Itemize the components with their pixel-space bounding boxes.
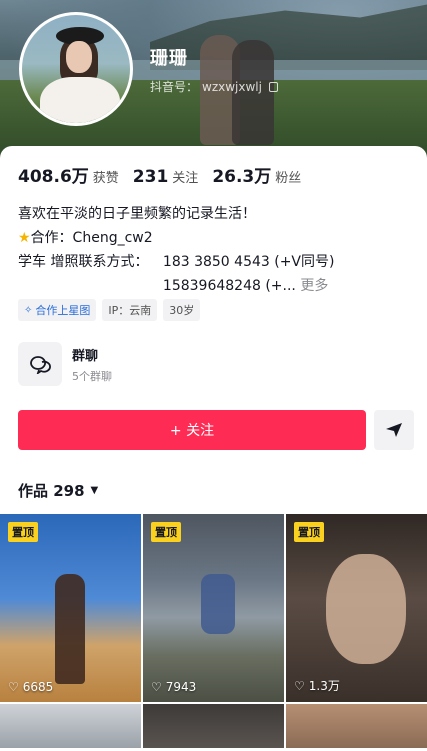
bio-line: 学车 增照联系方式： 183 3850 4543 (+V同号) 15839648…	[18, 250, 418, 298]
bio-line: 喜欢在平淡的日子里频繁的记录生活！	[18, 206, 256, 222]
video-thumbnail[interactable]: 置顶 ♡ 6685	[0, 514, 141, 702]
caret-down-icon: ▼	[90, 485, 99, 496]
chat-bubbles-icon	[18, 342, 62, 386]
works-tab[interactable]: 作品 298 ▼	[18, 480, 98, 501]
bio-more-link[interactable]: 更多	[300, 278, 328, 294]
avatar-body	[40, 77, 120, 123]
like-value: 7943	[165, 680, 197, 694]
bio-phones: 183 3850 4543 (+V同号) 15839648248 (+... 更…	[163, 250, 335, 298]
stat-label: 粉丝	[275, 171, 302, 186]
like-count: ♡ 7943	[151, 680, 196, 694]
bio-phone: 15839648248 (+...	[162, 278, 296, 294]
like-value: 1.3万	[308, 679, 340, 693]
stat-value: 408.6万	[18, 167, 89, 187]
star-map-icon: ✧	[24, 304, 33, 316]
tag-label: 合作上星图	[35, 304, 91, 317]
tag-label: IP：云南	[108, 304, 152, 317]
profile-tags: ✧ 合作上星图 IP：云南 30岁	[18, 299, 201, 321]
group-count: 5个群聊	[72, 369, 112, 383]
pinned-badge: 置顶	[8, 522, 38, 542]
uid-label: 抖音号：	[150, 80, 199, 94]
profile-name: 珊珊	[150, 48, 188, 69]
video-thumbnail[interactable]	[143, 704, 284, 748]
send-icon	[386, 423, 402, 437]
group-name: 群聊	[72, 348, 99, 364]
stat-value: 26.3万	[212, 167, 272, 187]
stat-value: 231	[132, 167, 169, 187]
bio-phone: 183 3850 4543 (+V同号)	[162, 254, 335, 270]
group-chat-entry[interactable]: 群聊 5个群聊	[18, 342, 112, 386]
group-text: 群聊 5个群聊	[72, 345, 112, 384]
video-thumbnail[interactable]	[286, 704, 427, 748]
like-count: ♡ 6685	[8, 680, 53, 694]
like-count: ♡ 1.3万	[294, 677, 340, 694]
profile-cover: 珊珊 抖音号： wzxwjxwlj	[0, 0, 427, 160]
avatar-face	[66, 41, 92, 73]
avatar[interactable]	[19, 12, 133, 126]
thumbnail-figure	[201, 574, 235, 634]
stat-following[interactable]: 231 关注	[133, 167, 199, 187]
tag-age: 30岁	[163, 299, 201, 321]
share-button[interactable]	[374, 410, 414, 450]
bio-cooperation: 合作：Cheng_cw2	[30, 230, 153, 246]
stat-label: 获赞	[92, 171, 119, 186]
heart-icon: ♡	[8, 680, 19, 694]
video-thumbnail[interactable]: 置顶 ♡ 1.3万	[286, 514, 427, 702]
profile-bio: 喜欢在平淡的日子里频繁的记录生活！ ★合作：Cheng_cw2 学车 增照联系方…	[18, 202, 418, 298]
copy-icon[interactable]	[268, 81, 278, 92]
follow-button[interactable]: + 关注	[18, 410, 366, 450]
stats-row: 408.6万 获赞 231 关注 26.3万 粉丝	[18, 162, 301, 187]
stat-followers[interactable]: 26.3万 粉丝	[212, 162, 301, 187]
thumbnail-figure	[55, 574, 85, 684]
bio-line: ★合作：Cheng_cw2	[18, 226, 418, 250]
profile-uid[interactable]: 抖音号： wzxwjxwlj	[150, 78, 278, 95]
heart-icon: ♡	[294, 678, 305, 693]
thumbnail-figure	[326, 554, 406, 664]
pinned-badge: 置顶	[151, 522, 181, 542]
tag-star-map[interactable]: ✧ 合作上星图	[18, 299, 97, 321]
stat-likes[interactable]: 408.6万 获赞	[18, 162, 119, 187]
heart-icon: ♡	[151, 680, 162, 694]
video-thumbnail[interactable]	[0, 704, 141, 748]
video-thumbnail[interactable]: 置顶 ♡ 7943	[143, 514, 284, 702]
video-grid: 置顶 ♡ 6685 置顶 ♡ 7943 置顶 ♡ 1.3万	[0, 514, 427, 748]
stat-label: 关注	[172, 171, 199, 186]
tag-ip: IP：云南	[102, 299, 158, 321]
uid-value: wzxwjxwlj	[202, 79, 262, 94]
profile-sheet: 408.6万 获赞 231 关注 26.3万 粉丝 喜欢在平淡的日子里频繁的记录生活！…	[0, 146, 427, 751]
works-label: 作品 298	[18, 482, 85, 500]
pinned-badge: 置顶	[294, 522, 324, 542]
tag-label: 30岁	[169, 304, 195, 317]
star-icon: ★	[18, 230, 31, 246]
bio-contact-label: 学车 增照联系方式：	[18, 254, 149, 270]
like-value: 6685	[22, 680, 54, 694]
